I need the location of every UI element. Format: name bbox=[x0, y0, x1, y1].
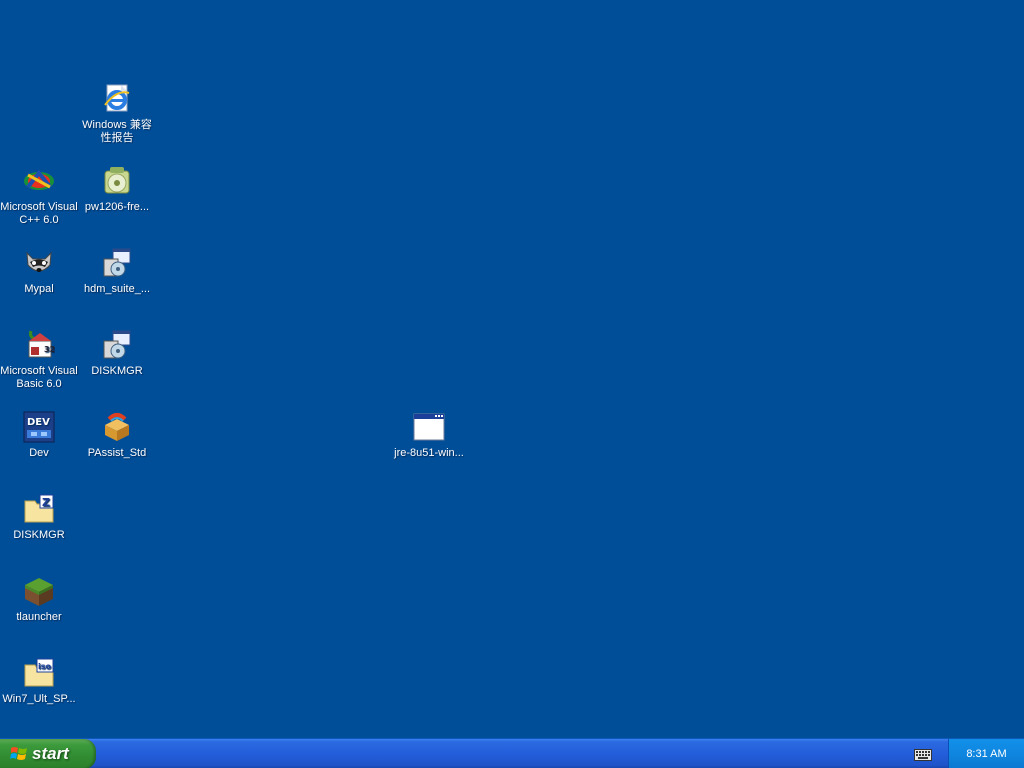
desktop-icon-jre[interactable]: jre-8u51-win... bbox=[390, 411, 468, 460]
desktop-icon-label: PAssist_Std bbox=[87, 447, 147, 459]
windows-flag-icon bbox=[10, 745, 28, 763]
installer-cd-icon bbox=[101, 165, 133, 197]
dev-cpp-icon: DEV bbox=[23, 411, 55, 443]
desktop-icon-label: Microsoft Visual Basic 6.0 bbox=[0, 365, 78, 390]
clock[interactable]: 8:31 AM bbox=[966, 748, 1006, 760]
desktop-icon-visual-basic[interactable]: 32 Microsoft Visual Basic 6.0 bbox=[0, 329, 78, 391]
zip-folder-icon: Z bbox=[23, 493, 55, 525]
system-tray: 8:31 AM bbox=[948, 739, 1024, 768]
desktop-icon-label: Microsoft Visual C++ 6.0 bbox=[0, 201, 78, 226]
desktop-icon-dev[interactable]: DEV Dev bbox=[0, 411, 78, 460]
desktop-icon-tlauncher[interactable]: tlauncher bbox=[0, 575, 78, 624]
package-box-icon bbox=[101, 411, 133, 443]
svg-text:iso: iso bbox=[38, 662, 52, 671]
start-button[interactable]: start bbox=[0, 739, 96, 768]
application-window-icon bbox=[413, 411, 445, 443]
start-label: start bbox=[32, 744, 69, 763]
desktop-icon-label: Win7_Ult_SP... bbox=[2, 693, 76, 705]
desktop-icon-pw1206[interactable]: pw1206-fre... bbox=[78, 165, 156, 214]
internet-explorer-icon bbox=[101, 83, 133, 115]
desktop-icon-label: hdm_suite_... bbox=[83, 283, 151, 295]
desktop-icon-mypal[interactable]: Mypal bbox=[0, 247, 78, 296]
minecraft-grass-block-icon bbox=[23, 575, 55, 607]
setup-installer-icon bbox=[101, 329, 133, 361]
svg-text:32: 32 bbox=[44, 345, 55, 354]
setup-installer-icon bbox=[101, 247, 133, 279]
desktop-icon-label: Windows 兼容 性报告 bbox=[82, 119, 152, 144]
taskbar: start 8:31 AM bbox=[0, 738, 1024, 768]
keyboard-icon[interactable] bbox=[914, 748, 932, 761]
desktop-icon-windows-compat-report[interactable]: Windows 兼容 性报告 bbox=[78, 83, 156, 145]
desktop-icon-win7-iso[interactable]: iso Win7_Ult_SP... bbox=[0, 657, 78, 706]
visual-basic-icon: 32 bbox=[23, 329, 55, 361]
desktop-icon-label: DISKMGR bbox=[13, 529, 65, 541]
desktop-icon-label: Dev bbox=[29, 447, 49, 459]
svg-text:Z: Z bbox=[42, 496, 50, 509]
desktop-icon-label: pw1206-fre... bbox=[84, 201, 150, 213]
desktop-icon-diskmgr-zip[interactable]: Z DISKMGR bbox=[0, 493, 78, 542]
visual-cpp-icon bbox=[23, 165, 55, 197]
svg-text:DEV: DEV bbox=[27, 417, 50, 428]
desktop-icon-label: jre-8u51-win... bbox=[394, 447, 464, 459]
desktop-icon-visual-cpp[interactable]: Microsoft Visual C++ 6.0 bbox=[0, 165, 78, 227]
desktop-icon-label: Mypal bbox=[24, 283, 54, 295]
desktop-icon-label: tlauncher bbox=[16, 611, 62, 623]
iso-file-icon: iso bbox=[23, 657, 55, 689]
desktop-icon-label: DISKMGR bbox=[91, 365, 143, 377]
desktop-icon-hdm-suite[interactable]: hdm_suite_... bbox=[78, 247, 156, 296]
desktop-icon-diskmgr-setup[interactable]: DISKMGR bbox=[78, 329, 156, 378]
mypal-raccoon-icon bbox=[23, 247, 55, 279]
desktop: Windows 兼容 性报告 Microsoft Visual C++ 6.0 … bbox=[0, 0, 1024, 738]
desktop-icon-passist[interactable]: PAssist_Std bbox=[78, 411, 156, 460]
